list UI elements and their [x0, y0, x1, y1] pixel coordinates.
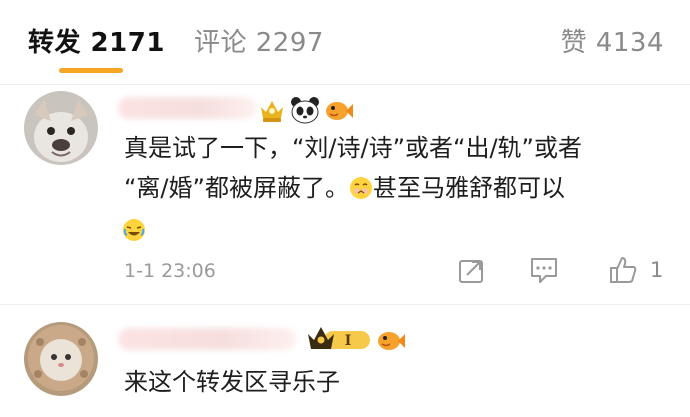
- fish-icon: [326, 102, 353, 120]
- cat-avatar-icon: [24, 322, 98, 396]
- panda-icon: [291, 97, 319, 124]
- shy-emoji-icon: [349, 177, 372, 199]
- tab-likes[interactable]: 赞 4134: [561, 22, 664, 59]
- avatar[interactable]: [24, 322, 98, 396]
- repost-icon[interactable]: [458, 258, 486, 284]
- tab-repost[interactable]: 转发 2171: [28, 22, 165, 59]
- vip-crown-icon: [261, 101, 283, 122]
- tab-comments[interactable]: 评论 2297: [194, 22, 324, 59]
- comment-text-part: 甚至马雅舒都可以: [372, 174, 565, 202]
- bulldog-avatar-icon: [24, 91, 98, 165]
- divider: [0, 304, 690, 305]
- like-count: 1: [650, 258, 664, 282]
- comment-text: 真是试了一下，“刘/诗/诗”或者“出/轨”或者: [124, 134, 582, 162]
- username-blurred[interactable]: [118, 97, 256, 119]
- vip-level-badge-icon: I: [308, 327, 370, 349]
- laugh-cry-emoji-icon: [123, 219, 145, 241]
- comment-text-line2: “离/婚”都被屏蔽了。 甚至马雅舒都可以: [124, 168, 565, 208]
- active-tab-indicator: [59, 68, 123, 73]
- avatar[interactable]: [24, 91, 98, 165]
- comment-text-part: “离/婚”都被屏蔽了。: [124, 174, 349, 202]
- comment-text: 来这个转发区寻乐子: [124, 368, 340, 396]
- username-blurred[interactable]: [118, 328, 296, 350]
- divider: [0, 84, 690, 85]
- like-icon[interactable]: [608, 255, 638, 285]
- fish-icon: [378, 332, 405, 350]
- vip-level-text: I: [345, 333, 352, 349]
- comment-icon[interactable]: [529, 256, 559, 284]
- comment-timestamp: 1-1 23:06: [124, 260, 216, 282]
- tab-bar: 转发 2171 评论 2297 赞 4134: [0, 0, 690, 84]
